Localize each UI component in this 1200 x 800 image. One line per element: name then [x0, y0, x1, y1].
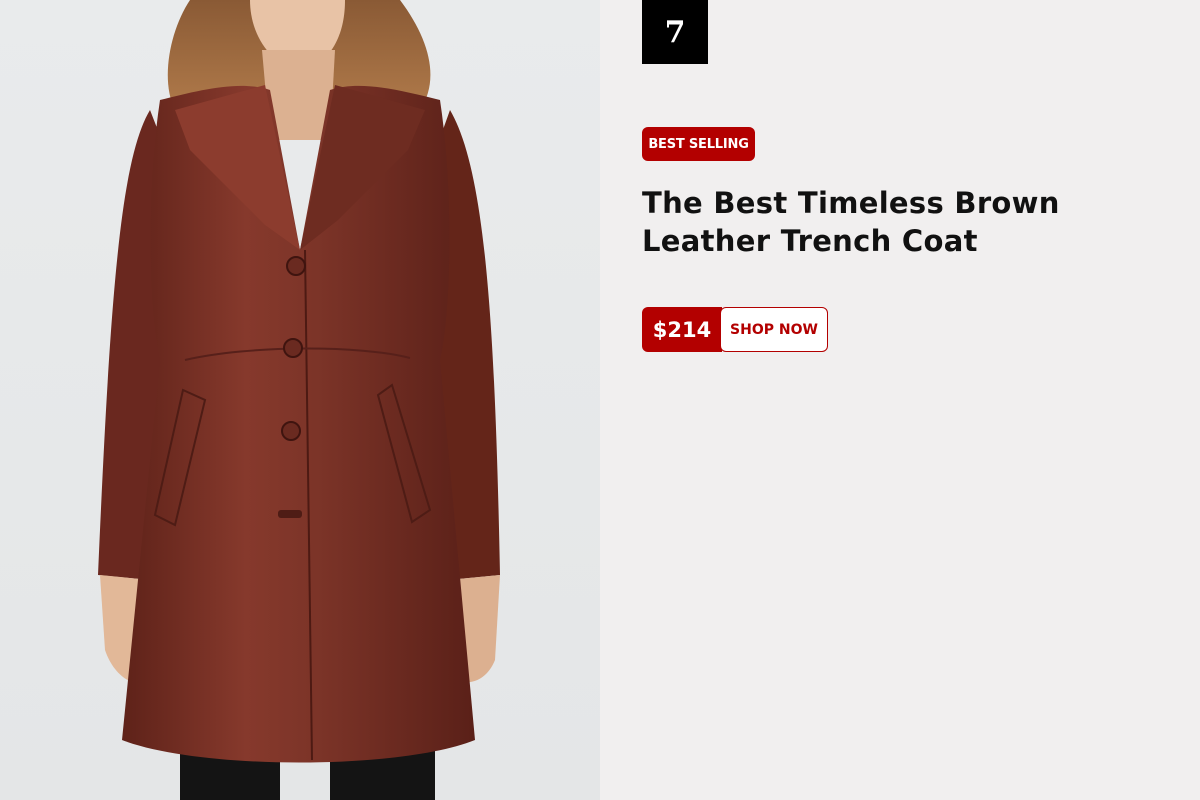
shop-now-button[interactable]: SHOP NOW	[720, 307, 828, 352]
price-cta-group: $214 SHOP NOW	[642, 307, 828, 352]
product-image	[0, 0, 600, 800]
coat-illustration	[98, 0, 500, 800]
price-label: $214	[642, 307, 722, 352]
best-selling-badge: BEST SELLING	[642, 127, 755, 161]
product-info: 7 BEST SELLING The Best Timeless Brown L…	[600, 0, 1200, 800]
product-title: The Best Timeless Brown Leather Trench C…	[642, 186, 1060, 258]
rank-number: 7	[642, 0, 708, 64]
